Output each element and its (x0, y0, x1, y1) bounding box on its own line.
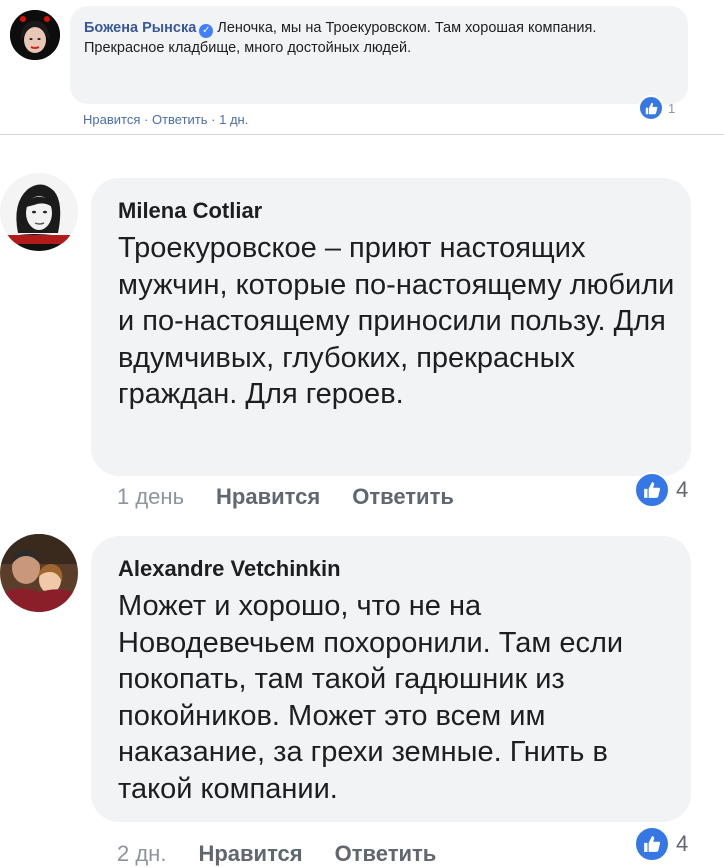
thumbs-up-icon (634, 826, 670, 862)
comment-actions: Нравится · Ответить · 1 дн. (83, 112, 248, 127)
like-button[interactable]: Нравится (198, 841, 302, 867)
timestamp[interactable]: 1 дн. (219, 112, 248, 127)
reactions[interactable]: 4 (634, 472, 688, 508)
reaction-count: 4 (676, 831, 689, 856)
avatar[interactable] (10, 10, 60, 60)
reaction-count: 1 (668, 100, 676, 116)
thumbs-up-icon (638, 95, 664, 121)
reactions[interactable]: 1 (638, 95, 676, 121)
like-button[interactable]: Нравится (216, 484, 320, 510)
author-name[interactable]: Alexandre Vetchinkin (118, 556, 341, 582)
author-name[interactable]: Milena Cotliar (118, 198, 262, 224)
timestamp[interactable]: 2 дн. (117, 841, 166, 867)
comment-text: Божена Рынска ✓ Леночка, мы на Троекуровск… (84, 18, 669, 58)
verified-badge-icon: ✓ (199, 24, 214, 38)
author-name[interactable]: Божена Рынска (84, 20, 196, 36)
comment-3: Alexandre Vetchinkin Может и хорошо, что… (0, 530, 724, 866)
comment-bubble: Божена Рынска ✓ Леночка, мы на Троекуровск… (70, 6, 688, 104)
reply-button[interactable]: Ответить (352, 484, 454, 510)
reply-button[interactable]: Ответить (152, 112, 208, 127)
comment-body: Троекуровское – приют настоящих мужчин, … (118, 232, 675, 410)
comment-1: Божена Рынска ✓ Леночка, мы на Троекуровск… (0, 0, 724, 134)
reaction-count: 4 (676, 477, 689, 502)
avatar[interactable] (0, 534, 78, 612)
comment-bubble: Alexandre Vetchinkin Может и хорошо, что… (91, 536, 691, 822)
avatar[interactable] (0, 173, 78, 251)
separator: · (144, 112, 152, 127)
divider (0, 134, 724, 135)
like-button[interactable]: Нравится (83, 112, 140, 127)
comment-actions: 1 день Нравится Ответить (117, 484, 454, 510)
comment-actions: 2 дн. Нравится Ответить (117, 841, 436, 867)
separator: · (211, 112, 220, 127)
comment-2: Milena Cotliar Троекуровское – приют нас… (0, 170, 724, 515)
reactions[interactable]: 4 (634, 826, 688, 862)
comment-bubble: Milena Cotliar Троекуровское – приют нас… (91, 178, 691, 476)
thumbs-up-icon (634, 472, 670, 508)
comment-body: Может и хорошо, что не на Новодевечьем п… (118, 590, 624, 805)
reply-button[interactable]: Ответить (335, 841, 437, 867)
timestamp[interactable]: 1 день (117, 484, 184, 510)
